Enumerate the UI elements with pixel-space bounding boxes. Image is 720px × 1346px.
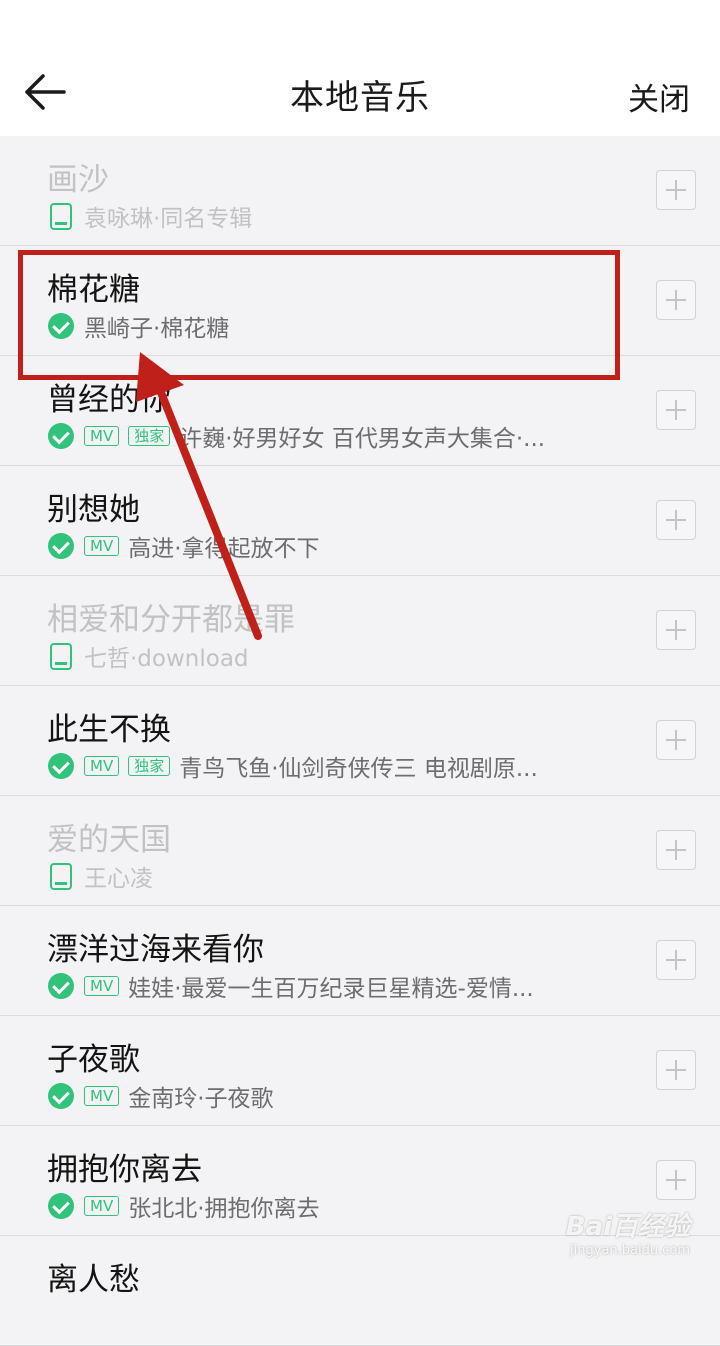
song-row[interactable]: 棉花糖黑崎子·棉花糖 <box>0 246 720 356</box>
add-to-playlist-button[interactable] <box>656 390 696 430</box>
watermark-url: jingyan.baidu.com <box>570 1243 690 1258</box>
song-meta: MV 张北北·拥抱你离去 <box>48 1192 608 1220</box>
song-row[interactable]: 曾经的你 MV 独家 许巍·好男好女 百代男女声大集合·... <box>0 356 720 466</box>
song-row[interactable]: 别想她 MV 高进·拿得起放不下 <box>0 466 720 576</box>
check-circle-icon <box>48 313 74 339</box>
song-row[interactable]: 子夜歌 MV 金南玲·子夜歌 <box>0 1016 720 1126</box>
app-header: 本地音乐 关闭 <box>0 0 720 136</box>
song-title: 爱的天国 <box>47 822 171 858</box>
watermark: Bai百经验 jingyan.baidu.com <box>566 1206 690 1258</box>
add-to-playlist-button[interactable] <box>656 830 696 870</box>
song-title: 离人愁 <box>47 1262 140 1298</box>
song-title: 画沙 <box>47 162 109 198</box>
song-tag: MV <box>84 756 120 776</box>
song-meta: 王心凌 <box>48 862 608 890</box>
song-tag: 独家 <box>128 426 171 446</box>
song-row[interactable]: 画沙袁咏琳·同名专辑 <box>0 136 720 246</box>
phone-icon <box>50 862 72 890</box>
song-artist-album: 七哲·download <box>84 646 249 670</box>
add-to-playlist-button[interactable] <box>656 1160 696 1200</box>
song-meta: MV 娃娃·最爱一生百万纪录巨星精选-爱情... <box>48 972 608 1000</box>
song-title: 相爱和分开都是罪 <box>47 602 295 638</box>
song-meta: MV 独家 许巍·好男好女 百代男女声大集合·... <box>48 422 608 450</box>
check-circle-icon <box>48 973 74 999</box>
song-artist-album: 王心凌 <box>84 866 153 890</box>
song-meta: 袁咏琳·同名专辑 <box>48 202 608 230</box>
add-to-playlist-button[interactable] <box>656 610 696 650</box>
song-tag: MV <box>84 1086 120 1106</box>
song-title: 拥抱你离去 <box>47 1152 202 1188</box>
song-artist-album: 许巍·好男好女 百代男女声大集合·... <box>179 426 546 450</box>
phone-icon <box>50 642 72 670</box>
song-artist-album: 青鸟飞鱼·仙剑奇侠传三 电视剧原... <box>179 756 538 780</box>
song-meta: MV 高进·拿得起放不下 <box>48 532 608 560</box>
add-to-playlist-button[interactable] <box>656 170 696 210</box>
check-circle-icon <box>48 423 74 449</box>
song-tag: MV <box>84 426 120 446</box>
song-row[interactable]: 漂洋过海来看你 MV 娃娃·最爱一生百万纪录巨星精选-爱情... <box>0 906 720 1016</box>
song-meta: 七哲·download <box>48 642 608 670</box>
add-to-playlist-button[interactable] <box>656 940 696 980</box>
check-circle-icon <box>48 753 74 779</box>
song-row[interactable]: 此生不换 MV 独家 青鸟飞鱼·仙剑奇侠传三 电视剧原... <box>0 686 720 796</box>
add-to-playlist-button[interactable] <box>656 1050 696 1090</box>
song-tag: MV <box>84 976 120 996</box>
close-button[interactable]: 关闭 <box>628 74 690 119</box>
watermark-logo: Bai百经验 <box>565 1212 690 1242</box>
page-title: 本地音乐 <box>290 78 430 118</box>
song-artist-album: 张北北·拥抱你离去 <box>128 1196 320 1220</box>
song-row[interactable]: 爱的天国王心凌 <box>0 796 720 906</box>
song-artist-album: 高进·拿得起放不下 <box>128 536 320 560</box>
song-meta: MV 独家 青鸟飞鱼·仙剑奇侠传三 电视剧原... <box>48 752 608 780</box>
song-title: 漂洋过海来看你 <box>47 932 264 968</box>
song-artist-album: 袁咏琳·同名专辑 <box>84 206 253 230</box>
song-meta <box>48 1302 608 1330</box>
check-circle-icon <box>48 1193 74 1219</box>
song-title: 棉花糖 <box>47 272 140 308</box>
check-circle-icon <box>48 533 74 559</box>
song-artist-album: 黑崎子·棉花糖 <box>84 316 230 340</box>
song-meta: 黑崎子·棉花糖 <box>48 312 608 340</box>
check-circle-icon <box>48 1083 74 1109</box>
song-title: 此生不换 <box>47 712 171 748</box>
song-tag: 独家 <box>128 756 171 776</box>
add-to-playlist-button[interactable] <box>656 280 696 320</box>
song-list: 画沙 袁咏琳·同名专辑 棉花糖 黑崎子·棉花糖 曾经的你 MV 独家 许巍·好男好女 百代男女… <box>0 136 720 1346</box>
song-title: 子夜歌 <box>47 1042 140 1078</box>
song-title: 曾经的你 <box>47 382 171 418</box>
add-to-playlist-button[interactable] <box>656 500 696 540</box>
song-artist-album: 娃娃·最爱一生百万纪录巨星精选-爱情... <box>128 976 534 1000</box>
add-to-playlist-button[interactable] <box>656 720 696 760</box>
song-title: 别想她 <box>47 492 140 528</box>
song-tag: MV <box>84 536 120 556</box>
song-row[interactable]: 相爱和分开都是罪七哲·download <box>0 576 720 686</box>
song-artist-album: 金南玲·子夜歌 <box>128 1086 274 1110</box>
song-tag: MV <box>84 1196 120 1216</box>
phone-icon <box>50 202 72 230</box>
song-meta: MV 金南玲·子夜歌 <box>48 1082 608 1110</box>
